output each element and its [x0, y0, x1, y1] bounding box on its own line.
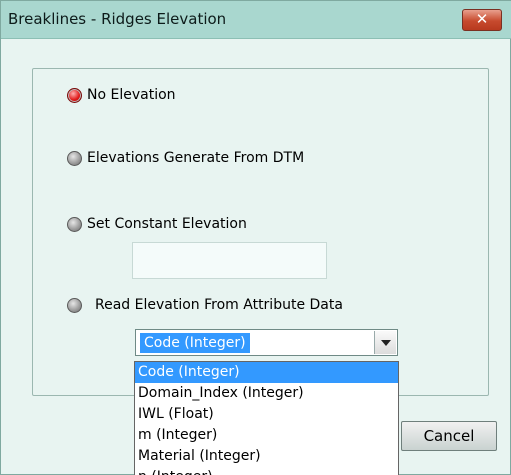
radio-label: No Elevation	[87, 87, 176, 103]
close-button[interactable]: ✕	[462, 9, 502, 31]
window-title: Breaklines - Ridges Elevation	[8, 10, 227, 28]
radio-constant-elevation[interactable]	[67, 216, 82, 232]
title-bar[interactable]: Breaklines - Ridges Elevation ✕	[1, 1, 511, 39]
radio-label: Read Elevation From Attribute Data	[95, 297, 343, 313]
radio-generate-from-dtm[interactable]	[67, 150, 82, 166]
dropdown-item[interactable]: m (Integer)	[135, 425, 398, 446]
dropdown-item[interactable]: Code (Integer)	[135, 362, 398, 383]
dropdown-item[interactable]: Domain_Index (Integer)	[135, 383, 398, 404]
radio-label: Set Constant Elevation	[87, 216, 247, 232]
radio-label: Elevations Generate From DTM	[87, 150, 305, 166]
cancel-button[interactable]: Cancel	[401, 421, 497, 451]
dialog-window: Breaklines - Ridges Elevation ✕ No Eleva…	[0, 0, 511, 475]
chevron-down-icon[interactable]	[374, 331, 396, 354]
option-generate-from-dtm[interactable]: Elevations Generate From DTM	[67, 150, 304, 166]
option-read-from-attribute[interactable]: Read Elevation From Attribute Data	[67, 297, 343, 313]
dropdown-item[interactable]: Material (Integer)	[135, 446, 398, 467]
close-icon: ✕	[475, 10, 489, 28]
attribute-dropdown-list: Code (Integer) Domain_Index (Integer) IW…	[134, 361, 399, 475]
radio-read-from-attribute[interactable]	[67, 297, 82, 313]
dropdown-item[interactable]: IWL (Float)	[135, 404, 398, 425]
option-no-elevation[interactable]: No Elevation	[67, 87, 176, 103]
combo-selected-value: Code (Integer)	[140, 333, 250, 353]
option-constant-elevation[interactable]: Set Constant Elevation	[67, 216, 247, 232]
attribute-combobox[interactable]: Code (Integer)	[135, 329, 398, 356]
dropdown-item[interactable]: n (Integer)	[135, 467, 398, 475]
radio-no-elevation[interactable]	[67, 87, 82, 103]
constant-elevation-input[interactable]	[132, 242, 327, 279]
